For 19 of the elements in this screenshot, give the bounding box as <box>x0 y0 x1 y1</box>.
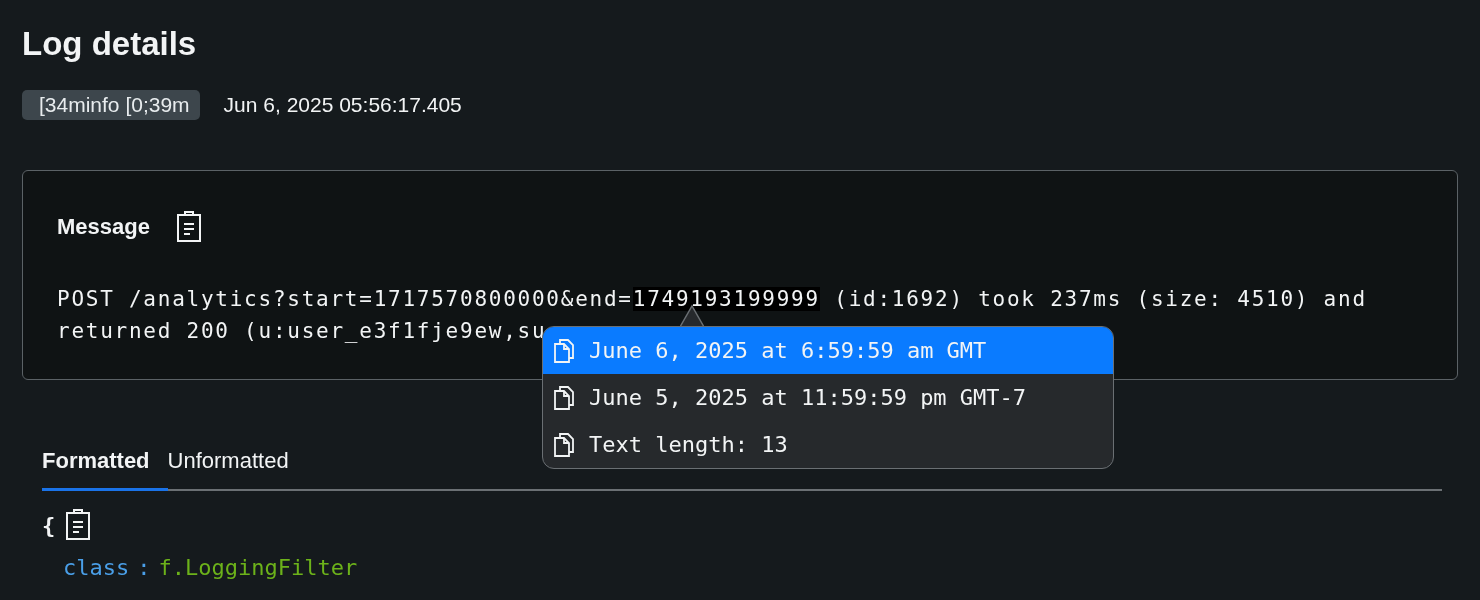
message-heading: Message <box>57 214 150 240</box>
json-key: class <box>63 555 130 580</box>
menu-item[interactable]: June 6, 2025 at 6:59:59 am GMT <box>543 327 1113 374</box>
copy-icon <box>553 431 575 458</box>
tab[interactable]: Formatted <box>42 442 168 491</box>
clipboard-icon[interactable] <box>65 509 92 541</box>
message-text: POST /analytics?start=1717570800000&end=1749193199999 (id:1692) took 237ms (size: 4510) and <box>57 286 1367 313</box>
menu-item[interactable]: Text length: 13 <box>543 421 1113 468</box>
json-value: f.LoggingFilter <box>158 555 358 580</box>
tab[interactable]: Unformatted <box>167 442 289 491</box>
menu-item[interactable]: June 5, 2025 at 11:59:59 pm GMT-7 <box>543 374 1113 421</box>
timestamp: Jun 6, 2025 05:56:17.405 <box>223 93 462 117</box>
page-title: Log details <box>22 24 198 64</box>
copy-icon <box>553 384 575 411</box>
log-level-badge: [34minfo [0;39m <box>22 90 200 120</box>
json-brace: { <box>42 512 56 538</box>
copy-icon <box>553 337 575 364</box>
clipboard-icon[interactable] <box>175 211 202 243</box>
json-separator: : <box>137 555 151 580</box>
